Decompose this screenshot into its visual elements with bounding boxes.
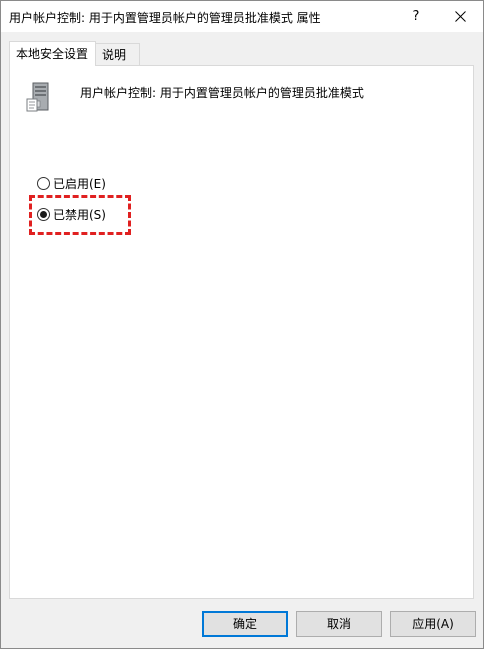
cancel-button[interactable]: 取消 [296,611,382,637]
tab-panel: 用户帐户控制: 用于内置管理员帐户的管理员批准模式 [9,65,474,599]
title-bar[interactable]: 用户帐户控制: 用于内置管理员帐户的管理员批准模式 属性 ? [1,1,483,32]
properties-dialog: 用户帐户控制: 用于内置管理员帐户的管理员批准模式 属性 ? 本地安全设置 说明… [0,0,484,649]
apply-button[interactable]: 应用(A) [390,611,476,637]
enabled-option[interactable]: 已启用(E) [37,175,106,191]
help-button[interactable]: ? [403,1,429,32]
enabled-radio[interactable] [37,176,50,190]
close-icon [455,11,466,22]
close-button[interactable] [447,1,475,32]
enabled-label[interactable]: 已启用(E) [53,175,106,192]
policy-title: 用户帐户控制: 用于内置管理员帐户的管理员批准模式 [80,86,364,100]
window-title: 用户帐户控制: 用于内置管理员帐户的管理员批准模式 属性 [9,11,321,25]
ok-button[interactable]: 确定 [202,611,288,637]
tab-local-security-setting[interactable]: 本地安全设置 [9,41,96,66]
highlight-annotation [29,195,131,235]
tab-explain[interactable]: 说明 [96,43,140,66]
server-policy-icon [26,82,49,112]
